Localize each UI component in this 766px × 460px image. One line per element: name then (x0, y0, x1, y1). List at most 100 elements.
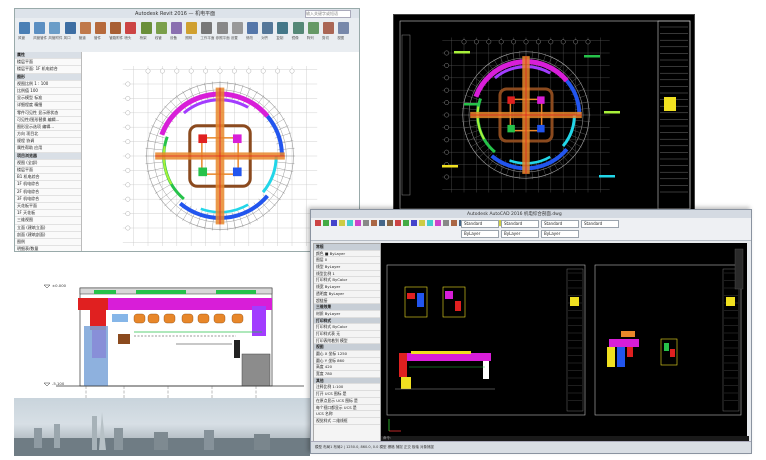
style-dropdown[interactable]: ByLayer (541, 230, 579, 238)
autocad-property-row[interactable]: 线型比例 1 (314, 271, 380, 278)
ribbon-tool-label[interactable]: 照明 (185, 36, 192, 41)
toolbar-tool-icon[interactable] (411, 220, 417, 226)
ribbon-tool-label[interactable]: 阵列 (307, 36, 314, 41)
ribbon-tool-icon[interactable] (307, 22, 319, 34)
autocad-property-row[interactable]: 打印表附着到 模型 (314, 338, 380, 345)
ribbon-tool-icon[interactable] (64, 22, 76, 34)
toolbar-tool-icon[interactable] (443, 220, 449, 226)
autocad-property-row[interactable]: 打开 UCS 图标 是 (314, 391, 380, 398)
ribbon-tool-label[interactable]: 镜像 (292, 36, 299, 41)
ribbon-tool-label[interactable]: 风管附件 (48, 36, 62, 41)
ribbon-tool-icon[interactable] (95, 22, 106, 34)
autocad-property-row[interactable]: 透明度 ByLayer (314, 291, 380, 298)
ribbon-tool-icon[interactable] (110, 22, 122, 34)
revit-property-row[interactable]: 剖面 (建筑剖面) (15, 232, 81, 239)
style-dropdown[interactable]: Standard (461, 220, 499, 228)
autocad-model-canvas[interactable] (381, 243, 747, 439)
cad-floor-plan[interactable] (394, 15, 695, 214)
revit-property-row[interactable]: 3F 机电综合 (15, 196, 81, 203)
toolbar-tool-icon[interactable] (387, 220, 393, 226)
ribbon-tool-icon[interactable] (247, 22, 258, 34)
revit-property-row[interactable]: 可见性/图形替换 编辑... (15, 117, 81, 124)
style-dropdown[interactable]: ByLayer (501, 230, 539, 238)
revit-property-row[interactable]: 图形显示选项 编辑... (15, 124, 81, 132)
revit-property-row[interactable]: B1 机电综合 (15, 174, 81, 182)
ribbon-tool-icon[interactable] (19, 22, 30, 34)
ribbon-tool-icon[interactable] (34, 22, 46, 34)
ribbon-tool-icon[interactable] (79, 22, 91, 34)
toolbar-tool-icon[interactable] (323, 220, 329, 226)
ribbon-tool-label[interactable]: 剪切 (322, 36, 329, 41)
autocad-property-row[interactable]: UCS 名称 (314, 411, 380, 418)
revit-property-row[interactable]: 视图比例 1 : 100 (15, 81, 81, 88)
ribbon-tool-icon[interactable] (49, 22, 61, 34)
ribbon-tool-icon[interactable] (262, 22, 274, 34)
toolbar-tool-icon[interactable] (315, 220, 321, 226)
toolbar-tool-icon[interactable] (363, 220, 369, 226)
toolbar-tool-icon[interactable] (347, 220, 353, 226)
navigation-bar[interactable] (734, 248, 744, 290)
toolbar-tool-icon[interactable] (403, 220, 409, 226)
revit-property-row[interactable]: 比例值 100 (15, 88, 81, 96)
revit-property-row[interactable]: 显示模型 标准 (15, 95, 81, 103)
toolbar-tool-icon[interactable] (339, 220, 345, 226)
ribbon-tool-icon[interactable] (140, 22, 152, 34)
revit-property-row[interactable]: 楼层平面 (15, 167, 81, 175)
autocad-property-row[interactable]: 颜色 ■ ByLayer (314, 251, 380, 258)
autocad-property-row[interactable]: 线型 ByLayer (314, 264, 380, 271)
autocad-property-row[interactable]: 线宽 ByLayer (314, 284, 380, 291)
autocad-property-row[interactable]: 高度 420 (314, 364, 380, 372)
ribbon-tool-label[interactable]: 参照平面 (216, 36, 230, 41)
revit-property-row[interactable]: 视图 (全部) (15, 160, 81, 167)
autocad-property-row[interactable]: 打印样式 ByColor (314, 277, 380, 285)
ribbon-tool-icon[interactable] (186, 22, 198, 34)
revit-property-row[interactable]: 立面 (建筑立面) (15, 225, 81, 232)
ribbon-tool-icon[interactable] (125, 22, 137, 34)
ribbon-tool-icon[interactable] (171, 22, 182, 34)
toolbar-tool-icon[interactable] (379, 220, 385, 226)
revit-property-row[interactable]: 图例 (15, 239, 81, 247)
ribbon-tool-label[interactable]: 管件 (94, 36, 101, 41)
ribbon-tool-label[interactable]: 线管 (155, 36, 162, 41)
ribbon-tool-label[interactable]: 工作平面 (200, 36, 214, 41)
autocad-property-row[interactable]: 在原点显示 UCS 图标 是 (314, 398, 380, 405)
autocad-property-row[interactable]: 宽度 780 (314, 371, 380, 378)
autocad-property-row[interactable]: 圆心 X 坐标 1250 (314, 351, 380, 358)
ribbon-tool-icon[interactable] (155, 22, 167, 34)
autocad-property-row[interactable]: 圆心 Y 坐标 860 (314, 358, 380, 365)
revit-property-row[interactable]: 三维视图 (15, 217, 81, 225)
autocad-property-row[interactable]: 每个视口都显示 UCS 是 (314, 405, 380, 412)
ribbon-tool-icon[interactable] (292, 22, 304, 34)
ribbon-tool-label[interactable]: 风口 (64, 36, 71, 41)
revit-property-row[interactable]: 1F 机电综合 (15, 181, 81, 189)
autocad-property-row[interactable]: 超链接 (314, 298, 380, 305)
toolbar-tool-icon[interactable] (427, 220, 433, 226)
ribbon-tool-label[interactable]: 设备 (170, 36, 177, 41)
toolbar-tool-icon[interactable] (435, 220, 441, 226)
toolbar-tool-icon[interactable] (355, 220, 361, 226)
revit-property-row[interactable]: 1F 天花板 (15, 210, 81, 218)
ribbon-tool-label[interactable]: 视图 (337, 36, 344, 41)
revit-property-row[interactable]: 规程 协调 (15, 138, 81, 146)
autocad-property-row[interactable]: 注释比例 1:100 (314, 384, 380, 392)
ribbon-tool-label[interactable]: 修改 (246, 36, 253, 41)
ribbon-tool-label[interactable]: 风管管件 (33, 36, 47, 41)
autocad-property-row[interactable]: 视觉样式 二维线框 (314, 418, 380, 425)
style-dropdown[interactable]: Standard (581, 220, 619, 228)
revit-property-row[interactable]: 楼层平面: 1F 机电综合 (15, 66, 81, 74)
revit-search-input[interactable]: 输入关键字或短语 (305, 10, 351, 18)
toolbar-tool-icon[interactable] (419, 220, 425, 226)
style-dropdown[interactable]: Standard (501, 220, 539, 228)
revit-property-row[interactable]: 楼层平面 (15, 59, 81, 67)
autocad-property-row[interactable]: 材质 ByLayer (314, 311, 380, 318)
ribbon-tool-icon[interactable] (338, 22, 350, 34)
ribbon-tool-icon[interactable] (201, 22, 213, 34)
ribbon-tool-label[interactable]: 桥架 (140, 36, 147, 41)
autocad-property-row[interactable]: 打印样式表 无 (314, 331, 380, 338)
autocad-property-row[interactable]: 打印样式 ByColor (314, 324, 380, 331)
ribbon-tool-icon[interactable] (323, 22, 334, 34)
style-dropdown[interactable]: Standard (541, 220, 579, 228)
style-dropdown[interactable]: ByLayer (461, 230, 499, 238)
ribbon-tool-label[interactable]: 风管 (18, 36, 25, 41)
revit-property-row[interactable]: 方向 项目北 (15, 131, 81, 139)
